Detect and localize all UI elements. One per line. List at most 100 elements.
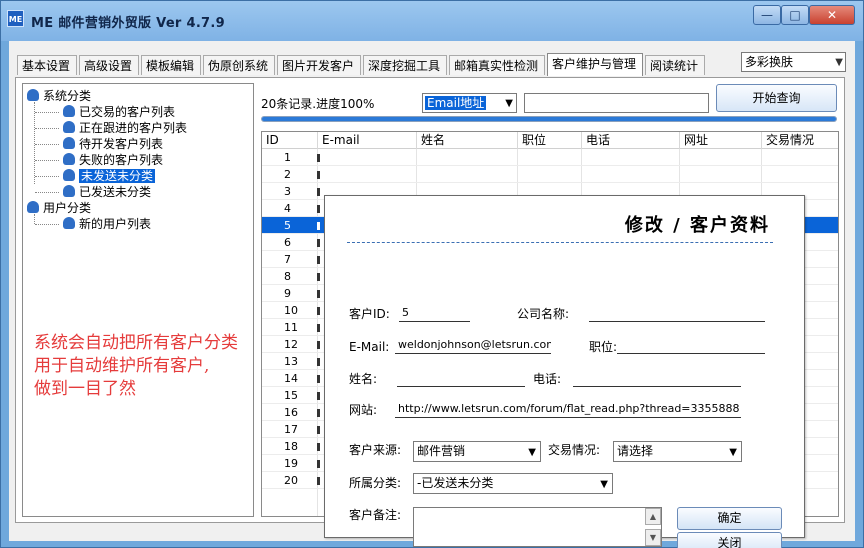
category-select[interactable]: -已发送未分类 ▼	[413, 473, 613, 494]
row-id: 20	[284, 474, 298, 487]
tab-8[interactable]: 客户维护与管理	[547, 53, 643, 76]
tree-item[interactable]: 已发送未分类	[63, 184, 151, 200]
maximize-button[interactable]: □	[781, 5, 809, 25]
tree-connector	[35, 192, 59, 193]
tree-root-node[interactable]: 系统分类	[27, 88, 91, 104]
label-website: 网站:	[349, 403, 378, 417]
tree-item[interactable]: 已交易的客户列表	[63, 104, 175, 120]
tab-4[interactable]: 伪原创系统	[203, 55, 275, 75]
tab-2[interactable]: 高级设置	[79, 55, 139, 75]
label-position: 职位:	[589, 340, 618, 354]
close-dialog-button[interactable]: 关闭	[677, 532, 782, 548]
name-field[interactable]	[397, 369, 525, 387]
tree-item-label: 新的用户列表	[79, 217, 152, 231]
annotation-line: 用于自动维护所有客户,	[34, 356, 210, 376]
company-field[interactable]	[589, 304, 765, 322]
edit-customer-dialog: 修改 / 客户资料 客户ID: 5 公司名称: E-Mail: weldonjo…	[324, 195, 805, 548]
tree-connector	[35, 224, 59, 225]
start-query-button[interactable]: 开始查询	[716, 84, 837, 112]
tab-6[interactable]: 深度挖掘工具	[363, 55, 447, 75]
row-id: 17	[284, 423, 298, 436]
table-row[interactable]: 2	[262, 166, 838, 183]
row-id: 15	[284, 389, 298, 402]
search-input[interactable]	[524, 93, 709, 113]
phone-field[interactable]	[573, 369, 741, 387]
row-cell-fragment	[317, 307, 320, 315]
column-header[interactable]: 电话	[582, 132, 680, 149]
tree-item[interactable]: 未发送未分类	[63, 168, 156, 184]
tab-1[interactable]: 基本设置	[17, 55, 77, 75]
close-button[interactable]: ✕	[809, 5, 855, 25]
tab-3[interactable]: 模板编辑	[141, 55, 201, 75]
column-header[interactable]: E-mail	[318, 132, 417, 149]
tree-connector	[35, 128, 59, 129]
confirm-button[interactable]: 确定	[677, 507, 782, 530]
column-header[interactable]: 职位	[518, 132, 582, 149]
tree-connector	[34, 102, 35, 184]
column-header[interactable]: 网址	[680, 132, 762, 149]
label-phone: 电话:	[533, 372, 562, 386]
row-cell-fragment	[317, 222, 320, 230]
tab-9[interactable]: 阅读统计	[645, 55, 705, 75]
record-status: 20条记录.进度100%	[261, 97, 375, 111]
user-icon	[63, 121, 75, 133]
email-field[interactable]: weldonjohnson@letsrun.com	[395, 336, 551, 354]
scroll-down-icon[interactable]: ▼	[645, 529, 661, 546]
tab-7[interactable]: 邮箱真实性检测	[449, 55, 545, 75]
column-header[interactable]: 姓名	[417, 132, 518, 149]
row-cell-fragment	[317, 426, 320, 434]
tree-item-label: 待开发客户列表	[79, 137, 164, 151]
row-id: 12	[284, 338, 298, 351]
tab-5[interactable]: 图片开发客户	[277, 55, 361, 75]
row-cell-fragment	[317, 171, 320, 179]
minimize-button[interactable]: —	[753, 5, 781, 25]
tree-item-label: 未发送未分类	[79, 169, 156, 183]
label-remark: 客户备注:	[349, 508, 402, 522]
remark-textarea[interactable]: ▲ ▼	[413, 507, 662, 547]
customer-id-field[interactable]: 5	[399, 304, 470, 322]
tree-item[interactable]: 正在跟进的客户列表	[63, 120, 187, 136]
skin-select[interactable]: 多彩换肤 ▼	[741, 52, 846, 72]
column-header[interactable]: 交易情况	[762, 132, 838, 149]
row-cell-fragment	[317, 324, 320, 332]
row-id: 10	[284, 304, 298, 317]
table-row[interactable]: 1	[262, 149, 838, 166]
scroll-up-icon[interactable]: ▲	[645, 508, 661, 525]
annotation-line: 系统会自动把所有客户分类	[34, 333, 238, 353]
trade-status-select[interactable]: 请选择 ▼	[613, 441, 742, 462]
column-header[interactable]: ID	[262, 132, 318, 149]
source-select-value: 邮件营销	[417, 444, 466, 458]
search-field-select[interactable]: Email地址 ▼	[422, 93, 517, 113]
source-select[interactable]: 邮件营销 ▼	[413, 441, 541, 462]
row-id: 8	[284, 270, 291, 283]
user-icon	[63, 153, 75, 165]
position-field[interactable]	[617, 336, 765, 354]
label-category: 所属分类:	[349, 476, 402, 490]
tree-root-node[interactable]: 用户分类	[27, 200, 91, 216]
user-icon	[63, 217, 75, 229]
user-icon	[63, 137, 75, 149]
row-id: 1	[284, 151, 291, 164]
window-title: ME 邮件营销外贸版 Ver 4.7.9	[31, 16, 225, 31]
row-id: 14	[284, 372, 298, 385]
row-id: 3	[284, 185, 291, 198]
user-icon	[63, 169, 75, 181]
tree-item-label: 系统分类	[43, 89, 92, 103]
website-field[interactable]: http://www.letsrun.com/forum/flat_read.p…	[395, 400, 741, 418]
tree-connector	[35, 144, 59, 145]
row-id: 19	[284, 457, 298, 470]
chevron-down-icon: ▼	[729, 447, 737, 458]
row-id: 2	[284, 168, 291, 181]
row-cell-fragment	[317, 477, 320, 485]
tree-item[interactable]: 失败的客户列表	[63, 152, 163, 168]
row-cell-fragment	[317, 392, 320, 400]
row-id: 16	[284, 406, 298, 419]
title-bar[interactable]: ME ME 邮件营销外贸版 Ver 4.7.9 — □ ✕	[1, 1, 863, 41]
tree-item-label: 已发送未分类	[79, 185, 152, 199]
label-name: 姓名:	[349, 372, 378, 386]
trade-status-value: 请选择	[617, 444, 654, 458]
tree-item[interactable]: 待开发客户列表	[63, 136, 163, 152]
row-id: 7	[284, 253, 291, 266]
label-source: 客户来源:	[349, 443, 402, 457]
tree-item[interactable]: 新的用户列表	[63, 216, 151, 232]
